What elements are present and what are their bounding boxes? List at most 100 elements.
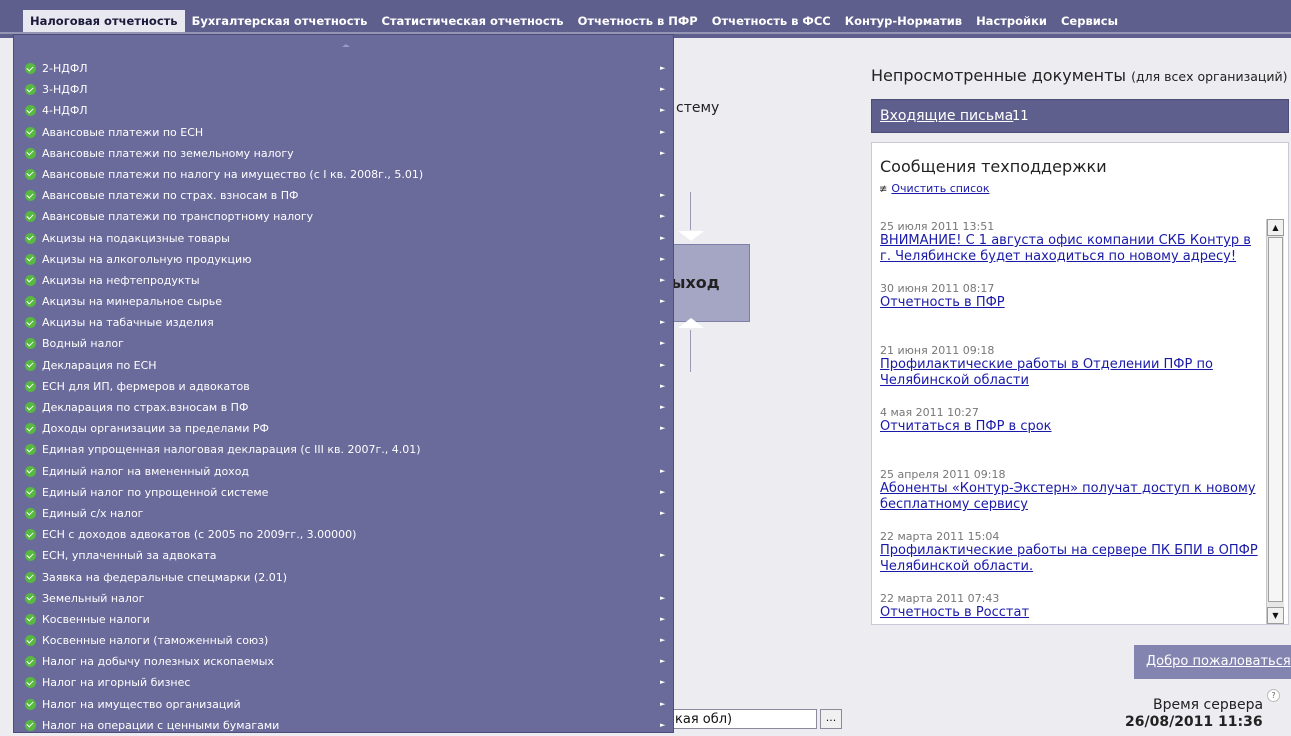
tax-menu-item[interactable]: Акцизы на минеральное сырье ►: [14, 291, 675, 312]
tax-menu-item[interactable]: Заявка на федеральные спецмарки (2.01): [14, 567, 675, 588]
tax-menu-item-label: 4-НДФЛ: [42, 104, 88, 118]
check-icon: [25, 338, 36, 350]
nav-tab-6[interactable]: Контур-Норматив: [838, 10, 969, 32]
tax-menu-item[interactable]: ЕСН для ИП, фермеров и адвокатов ►: [14, 376, 675, 397]
server-time-help-icon[interactable]: ?: [1267, 689, 1280, 702]
support-message-date: 21 июня 2011 09:18: [880, 344, 995, 357]
support-message-date: 22 марта 2011 07:43: [880, 592, 1000, 605]
scroll-thumb[interactable]: [1268, 237, 1283, 602]
dropdown-collapse-handle-icon[interactable]: [342, 44, 350, 47]
tax-menu-item[interactable]: 4-НДФЛ ►: [14, 100, 675, 121]
tax-menu-item[interactable]: Налог на имущество организаций ►: [14, 694, 675, 715]
incoming-letters-count: 11: [1012, 109, 1029, 124]
submenu-arrow-icon: ►: [660, 551, 666, 560]
tax-menu-item[interactable]: Единый налог по упрощенной системе ►: [14, 482, 675, 503]
tax-menu-item[interactable]: Авансовые платежи по страх. взносам в ПФ…: [14, 185, 675, 206]
tax-menu-item[interactable]: Единая упрощенная налоговая декларация (…: [14, 439, 675, 460]
tax-menu-item-label: ЕСН с доходов адвокатов (с 2005 по 2009г…: [42, 528, 357, 542]
tax-menu-item[interactable]: Налог на игорный бизнес ►: [14, 672, 675, 693]
support-message: 30 июня 2011 08:17 Отчетность в ПФР: [880, 282, 1258, 344]
tax-menu-item[interactable]: Акцизы на табачные изделия ►: [14, 312, 675, 333]
nav-tab-4[interactable]: Отчетность в ПФР: [571, 10, 705, 32]
region-browse-button[interactable]: ...: [820, 709, 842, 729]
tax-menu-item-label: Единый налог по упрощенной системе: [42, 485, 269, 499]
tax-menu-item[interactable]: Декларация по страх.взносам в ПФ ►: [14, 397, 675, 418]
submenu-arrow-icon: ►: [660, 360, 666, 369]
tax-menu-item[interactable]: Акцизы на нефтепродукты ►: [14, 270, 675, 291]
tax-menu-item-label: Авансовые платежи по транспортному налог…: [42, 210, 314, 224]
check-icon: [25, 677, 36, 689]
check-icon: [25, 211, 36, 223]
support-message: 25 июля 2011 13:51 ВНИМАНИЕ! С 1 августа …: [880, 220, 1258, 282]
tax-menu-item[interactable]: ЕСН, уплаченный за адвоката ►: [14, 545, 675, 566]
support-message-link[interactable]: ВНИМАНИЕ! С 1 августа офис компании СКБ …: [880, 233, 1258, 265]
support-message-link[interactable]: Отчитаться в ПФР в срок: [880, 419, 1258, 435]
support-message-link[interactable]: Профилактические работы на сервере ПК БП…: [880, 543, 1258, 575]
check-icon: [25, 719, 36, 731]
nav-tab-3[interactable]: Статистическая отчетность: [374, 10, 570, 32]
support-messages-title: Сообщения техподдержки: [880, 157, 1107, 176]
support-message-link[interactable]: Отчетность в Росстат: [880, 605, 1258, 621]
nav-tab-5[interactable]: Отчетность в ФСС: [705, 10, 838, 32]
check-icon: [25, 635, 36, 647]
welcome-link[interactable]: Добро пожаловаться: [1146, 654, 1291, 669]
tax-menu-item-label: Акцизы на табачные изделия: [42, 316, 214, 330]
tax-menu-item-label: Акцизы на подакцизные товары: [42, 231, 230, 245]
tax-menu-item-label: Декларация по ЕСН: [42, 358, 157, 372]
nav-tab-2[interactable]: Бухгалтерская отчетность: [185, 10, 375, 32]
tax-menu-item[interactable]: Доходы организации за пределами РФ ►: [14, 418, 675, 439]
region-input[interactable]: кая обл): [672, 709, 817, 729]
tax-menu-item[interactable]: 3-НДФЛ ►: [14, 79, 675, 100]
support-message: 21 июня 2011 09:18 Профилактические работ…: [880, 344, 1258, 406]
tax-menu-item[interactable]: Единый с/х налог ►: [14, 503, 675, 524]
tax-menu-item[interactable]: 2-НДФЛ ►: [14, 58, 675, 79]
support-message: 4 мая 2011 10:27 Отчитаться в ПФР в срок: [880, 406, 1258, 468]
tax-menu-item[interactable]: Налог на добычу полезных ископаемых ►: [14, 651, 675, 672]
tax-menu-item[interactable]: Авансовые платежи по земельному налогу ►: [14, 143, 675, 164]
tax-menu-item-label: Доходы организации за пределами РФ: [42, 422, 270, 436]
support-message-link[interactable]: Отчетность в ПФР: [880, 295, 1258, 311]
clear-list-link[interactable]: ≢ Очистить список: [879, 182, 990, 195]
support-message-date: 22 марта 2011 15:04: [880, 530, 1000, 543]
scroll-down-icon[interactable]: ▼: [1267, 607, 1284, 624]
tax-menu-list: 2-НДФЛ ► 3-НДФЛ ► 4-НДФЛ ► Авансовые платежи п…: [14, 58, 675, 736]
check-icon: [25, 126, 36, 138]
tax-menu-item[interactable]: Косвенные налоги ►: [14, 609, 675, 630]
nav-tab-8[interactable]: Сервисы: [1054, 10, 1125, 32]
tax-menu-item[interactable]: Декларация по ЕСН ►: [14, 355, 675, 376]
check-icon: [25, 529, 36, 541]
tax-menu-item[interactable]: Косвенные налоги (таможенный союз) ►: [14, 630, 675, 651]
flow-arrow-up-icon: [678, 318, 704, 328]
tax-menu-item[interactable]: Авансовые платежи по транспортному налог…: [14, 206, 675, 227]
welcome-bar: Добро пожаловаться: [1134, 645, 1291, 679]
submenu-arrow-icon: ►: [660, 636, 666, 645]
scroll-up-icon[interactable]: ▲: [1267, 219, 1284, 236]
support-message: 22 марта 2011 15:04 Профилактические рабо…: [880, 530, 1258, 592]
tax-menu-item[interactable]: Авансовые платежи по ЕСН ►: [14, 122, 675, 143]
unread-scope: (для всех организаций): [1131, 69, 1288, 84]
tax-menu-item[interactable]: ЕСН с доходов адвокатов (с 2005 по 2009г…: [14, 524, 675, 545]
nav-tab-7[interactable]: Настройки: [969, 10, 1054, 32]
check-icon: [25, 402, 36, 413]
server-time-value: 26/08/2011 11:36: [1125, 714, 1263, 730]
tax-menu-item-label: Единая упрощенная налоговая декларация (…: [42, 443, 421, 457]
messages-scrollbar[interactable]: ▲ ▼: [1266, 219, 1284, 624]
tax-menu-item-label: Декларация по страх.взносам в ПФ: [42, 401, 249, 414]
incoming-letters-link[interactable]: Входящие письма: [880, 108, 1013, 124]
support-message-link[interactable]: Профилактические работы в Отделении ПФР …: [880, 357, 1258, 389]
server-time-label: Время сервера: [1153, 697, 1264, 713]
tax-menu-item[interactable]: Земельный налог ►: [14, 588, 675, 609]
tax-menu-item[interactable]: Водный налог ►: [14, 333, 675, 354]
nav-tab-1[interactable]: Налоговая отчетность: [23, 10, 185, 32]
tax-menu-item-label: Налог на игорный бизнес: [42, 676, 191, 690]
unread-documents-title: Непросмотренные документы (для всех орга…: [871, 66, 1288, 85]
tax-menu-item[interactable]: Акцизы на подакцизные товары ►: [14, 228, 675, 249]
tax-menu-item[interactable]: Акцизы на алкогольную продукцию ►: [14, 249, 675, 270]
submenu-arrow-icon: ►: [660, 403, 666, 411]
tax-menu-item-label: 2-НДФЛ: [42, 62, 88, 75]
support-message-link[interactable]: Абоненты «Контур-Экстерн» получат доступ…: [880, 481, 1258, 513]
check-icon: [25, 380, 36, 392]
tax-menu-item[interactable]: Единый налог на вмененный доход ►: [14, 461, 675, 482]
tax-menu-item[interactable]: Авансовые платежи по налогу на имущество…: [14, 164, 675, 185]
tax-menu-item-label: Авансовые платежи по ЕСН: [42, 125, 204, 139]
